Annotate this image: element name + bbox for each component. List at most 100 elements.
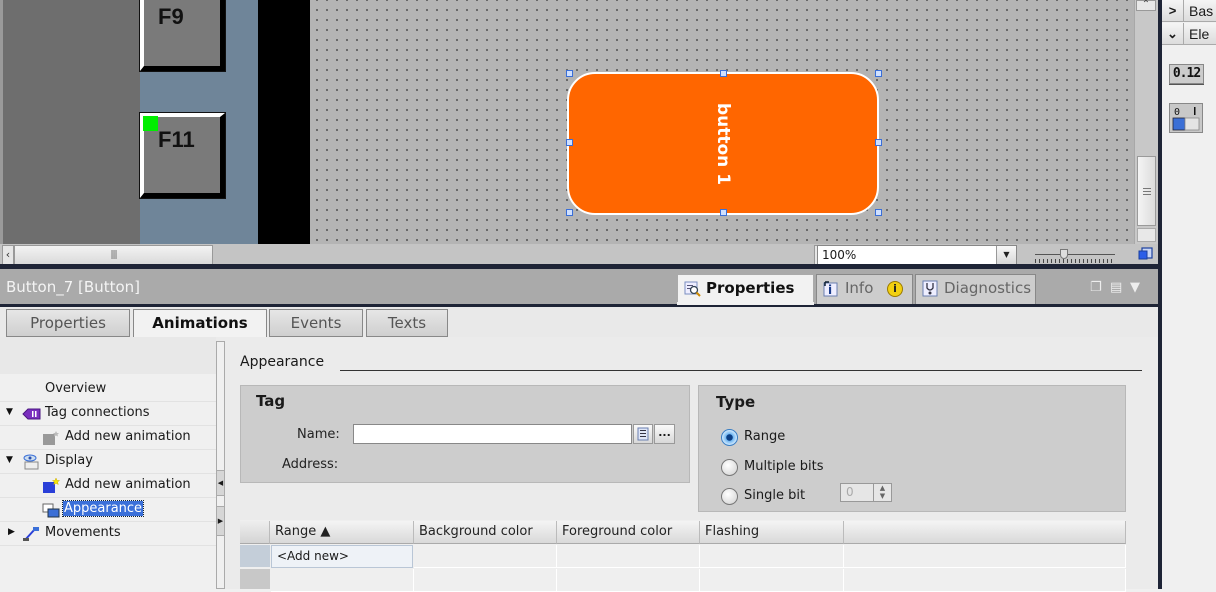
address-label: Address: [282, 457, 339, 472]
collapse-left-button[interactable]: ◀ [216, 470, 225, 496]
zoom-level-select[interactable]: 100% [817, 245, 1017, 265]
toolbox-section-label: Bas [1189, 3, 1214, 19]
expand-down-icon[interactable]: ▼ [6, 455, 13, 465]
tag-name-input[interactable] [353, 424, 632, 444]
radio-label: Range [744, 429, 786, 444]
table-cell[interactable] [414, 545, 557, 568]
resize-handle-e[interactable] [875, 139, 882, 146]
toolbox-section-basic[interactable]: > Bas [1162, 0, 1216, 22]
tag-list-button[interactable] [633, 424, 653, 444]
tab-info[interactable]: i Info i [816, 274, 913, 304]
radio-range[interactable] [721, 429, 738, 446]
resize-handle-s[interactable] [720, 209, 727, 216]
tree-item-label: Tag connections [45, 405, 150, 420]
subtab-properties[interactable]: Properties [6, 309, 130, 337]
radio-multiple-bits[interactable] [721, 459, 738, 476]
zoom-dropdown-button[interactable]: ▼ [996, 246, 1016, 264]
tag-browse-button[interactable]: ... [654, 424, 675, 444]
scroll-down-button[interactable] [1137, 228, 1156, 242]
tree-splitter[interactable] [216, 341, 225, 589]
function-key-label: F9 [158, 4, 184, 29]
display-icon [22, 454, 39, 470]
section-rule [340, 370, 1142, 371]
zoom-slider[interactable] [1032, 248, 1122, 264]
table-cell-add-new[interactable]: <Add new> [271, 545, 413, 568]
diagnostics-icon [922, 280, 939, 297]
name-label: Name: [297, 427, 340, 442]
spinner-arrows-icon[interactable]: ▲ ▼ [873, 484, 891, 501]
tree-item-appearance[interactable]: Appearance [0, 498, 216, 522]
toolbox-section-label: Ele [1189, 26, 1210, 42]
tab-diagnostics[interactable]: Diagnostics [915, 274, 1036, 304]
tree-item-display[interactable]: ▼ Display [0, 450, 216, 474]
resize-handle-n[interactable] [720, 70, 727, 77]
row-header[interactable] [240, 569, 270, 589]
section-title: Appearance [240, 354, 325, 370]
tree-item-add-animation-tag[interactable]: Add new animation [0, 426, 216, 450]
info-icon: i [823, 280, 840, 297]
resize-handle-se[interactable] [875, 209, 882, 216]
tab-label: Properties [706, 279, 795, 297]
horizontal-scroll-thumb[interactable]: ||| [14, 245, 213, 265]
dock-window-icon[interactable]: ▤ [1110, 280, 1122, 295]
expand-down-icon[interactable]: ▼ [6, 407, 13, 417]
button-object-label: button 1 [713, 102, 733, 185]
function-key-f9[interactable]: F9 [139, 0, 226, 72]
tab-properties[interactable]: Properties [677, 274, 814, 304]
column-header-flashing[interactable]: Flashing [700, 521, 844, 544]
radio-single-bit[interactable] [721, 488, 738, 505]
subtab-texts[interactable]: Texts [366, 309, 448, 337]
svg-text:i: i [828, 283, 832, 297]
zoom-slider-knob[interactable] [1060, 249, 1068, 259]
subtab-events[interactable]: Events [269, 309, 363, 337]
tree-header [0, 337, 216, 374]
tag-group-title: Tag [256, 392, 286, 410]
table-corner [240, 521, 270, 544]
float-window-icon[interactable]: ❐ [1090, 280, 1102, 295]
column-header-foreground-color[interactable]: Foreground color [557, 521, 700, 544]
svg-text:0: 0 [1174, 107, 1180, 118]
movements-icon [22, 526, 39, 542]
active-tab-connector [677, 302, 814, 305]
scroll-up-button[interactable]: ⌃ [1136, 0, 1156, 11]
table-cell[interactable] [700, 545, 844, 568]
list-icon [637, 427, 649, 441]
tree-item-overview[interactable]: Overview [0, 378, 216, 402]
key-led-indicator [143, 116, 158, 131]
expand-right-button[interactable]: ▶ [216, 506, 225, 536]
column-header-background-color[interactable]: Background color [414, 521, 557, 544]
tab-label: Diagnostics [944, 279, 1032, 297]
expand-right-icon[interactable]: ▶ [8, 527, 15, 537]
zoom-level-value: 100% [822, 248, 857, 262]
subtab-animations[interactable]: Animations [133, 309, 267, 339]
add-animation-disabled-icon [42, 430, 59, 446]
tree-item-movements[interactable]: ▶ Movements [0, 522, 216, 546]
scroll-left-button[interactable]: ‹ [2, 245, 14, 265]
switch-icon[interactable]: 0 [1169, 103, 1203, 133]
column-header-range[interactable]: Range ▲ [270, 521, 414, 544]
resize-handle-w[interactable] [566, 139, 573, 146]
tree-item-label: Add new animation [65, 477, 191, 492]
tree-item-label: Add new animation [65, 429, 191, 444]
appearance-icon [42, 502, 60, 518]
vertical-scroll-thumb[interactable] [1137, 156, 1156, 226]
menu-dropdown-icon[interactable]: ▼ [1130, 280, 1140, 295]
resize-handle-sw[interactable] [566, 209, 573, 216]
type-group-title: Type [716, 393, 756, 411]
resize-handle-nw[interactable] [566, 70, 573, 77]
info-badge-icon: i [887, 281, 903, 297]
table-cell[interactable] [557, 545, 700, 568]
resize-handle-ne[interactable] [875, 70, 882, 77]
row-header[interactable] [240, 545, 270, 567]
tree-item-label: Appearance [61, 500, 145, 517]
tree-item-add-animation-display[interactable]: Add new animation [0, 474, 216, 498]
toolbox-section-elements[interactable]: ⌄ Ele [1162, 23, 1216, 45]
chevron-down-icon: ⌄ [1162, 23, 1184, 45]
function-key-f11[interactable]: F11 [139, 112, 226, 199]
io-field-icon[interactable]: 0.12 [1169, 64, 1204, 84]
chevron-right-icon: > [1162, 0, 1184, 22]
single-bit-spinner[interactable]: 0 ▲ ▼ [840, 483, 892, 502]
tree-item-tag-connections[interactable]: ▼ Tag connections [0, 402, 216, 426]
fit-to-window-icon[interactable] [1138, 246, 1154, 262]
selected-button-object[interactable]: button 1 [567, 72, 879, 215]
